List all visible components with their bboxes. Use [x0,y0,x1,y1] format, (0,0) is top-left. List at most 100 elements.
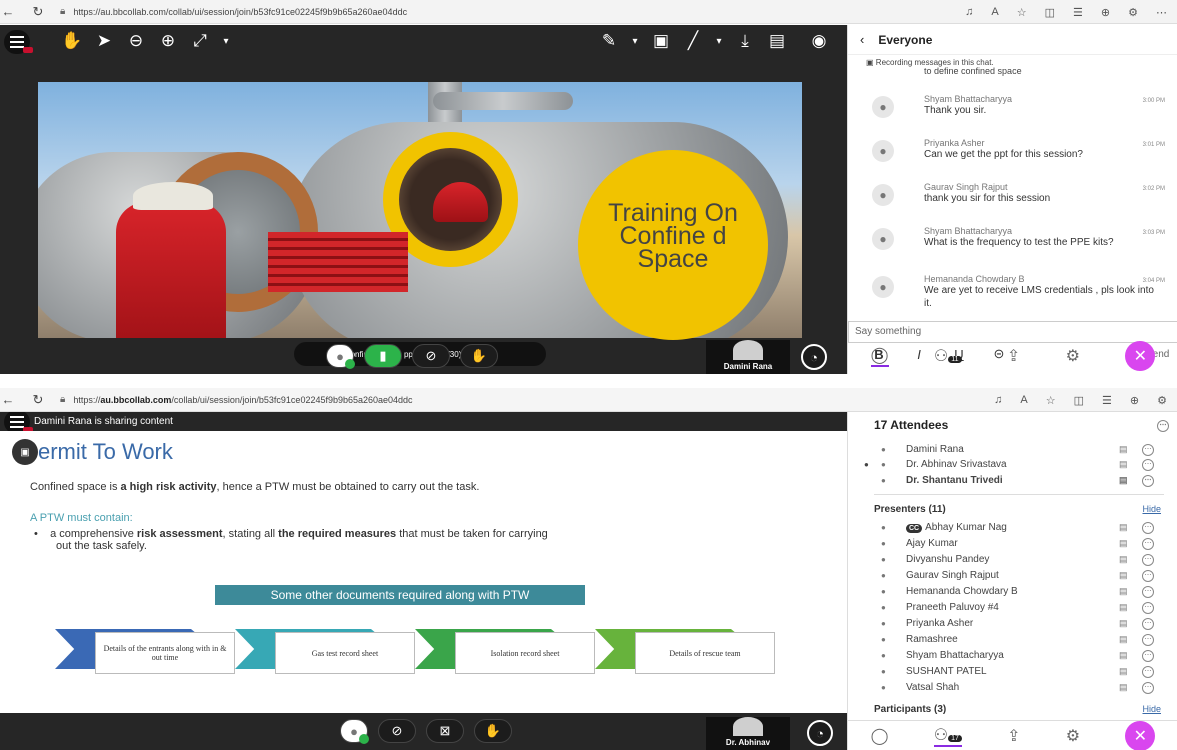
attendee-row[interactable]: ● Vatsal Shah ▤ ⋯ [848,680,1177,695]
fit-page-icon[interactable]: ⤢ [184,31,216,51]
chevron-down-icon[interactable]: ▾ [625,36,645,47]
refresh-icon[interactable]: ↻ [30,4,46,20]
more-options-icon[interactable]: ⋯ [1142,633,1154,646]
read-aloud-icon[interactable]: A [1020,394,1027,406]
split-screen-icon[interactable]: ◫ [1074,394,1084,407]
attendee-row[interactable]: ● CC Abhay Kumar Nag ▤ ⋯ [848,520,1177,535]
hide-presenters-link[interactable]: Hide [1142,504,1161,514]
close-panel-icon[interactable]: ✕ [1125,720,1156,750]
follow-speaker-icon[interactable]: ◔ [801,344,827,370]
attendee-row[interactable]: ● Praneeth Paluvoy #4 ▤ ⋯ [848,600,1177,615]
camera-off-button[interactable]: ⊠ [426,719,464,743]
more-options-icon[interactable]: ⋯ [1142,458,1154,471]
microphone-off-button[interactable]: ⊘ [378,719,416,743]
attendee-row[interactable]: ● Dr. Shantanu Trivedi ▤ ⋯ [848,473,1177,488]
address-bar[interactable]: https://au.bbcollab.com/collab/ui/sessio… [73,395,412,405]
pencil-tool-icon[interactable]: ✎ [593,31,625,51]
caption-icon[interactable]: ▤ [1119,522,1128,533]
more-options-icon[interactable]: ⋯ [1142,521,1154,534]
refresh-icon[interactable]: ↻ [30,392,46,408]
settings-gear-icon[interactable]: ⚙ [1066,346,1080,366]
caption-icon[interactable]: ▤ [1119,666,1128,677]
raise-hand-button[interactable]: ✋ [460,344,498,368]
caption-icon[interactable]: ▤ [1119,634,1128,645]
avatar-button[interactable]: ● [340,719,369,744]
text-tool-icon[interactable]: ▣ [645,31,677,51]
download-icon[interactable]: ⤓ [729,31,761,51]
back-chevron-icon[interactable]: ‹ [860,32,864,47]
chevron-down-icon[interactable]: ▾ [709,36,729,47]
zoom-out-icon[interactable]: ⊖ [120,31,152,51]
mic-icon[interactable]: ♫ [965,6,973,18]
avatar-button[interactable]: ● [326,344,355,369]
chat-tab-icon[interactable]: ◯ [871,726,889,746]
raise-hand-button[interactable]: ✋ [474,719,512,743]
caption-icon[interactable]: ▤ [1119,444,1128,455]
extensions-icon[interactable]: ⚙ [1128,6,1138,19]
close-panel-icon[interactable]: ✕ [1125,340,1156,371]
attendee-row[interactable]: ● Ajay Kumar ▤ ⋯ [848,536,1177,551]
stop-share-icon[interactable]: ◉ [803,31,835,51]
caption-icon[interactable]: ▤ [1119,570,1128,581]
caption-icon[interactable]: ▤ [1119,554,1128,565]
attendee-row[interactable]: ● Hemananda Chowdary B ▤ ⋯ [848,584,1177,599]
attendee-row[interactable]: ● Ramashree ▤ ⋯ [848,632,1177,647]
favorites-icon[interactable]: ☰ [1102,394,1112,407]
attendee-row[interactable]: ● SUSHANT PATEL ▤ ⋯ [848,664,1177,679]
presenter-avatar-icon[interactable]: ▣ [12,439,38,465]
more-options-icon[interactable]: ⋯ [1142,665,1154,678]
caption-icon[interactable]: ▤ [1119,650,1128,661]
follow-speaker-icon[interactable]: ◔ [807,720,833,746]
caption-icon[interactable]: ▤ [1119,475,1128,486]
favorite-star-icon[interactable]: ☆ [1017,6,1027,19]
pointer-tool-icon[interactable]: ➤ [88,31,120,51]
attendee-row[interactable]: ● Damini Rana ▤ ⋯ [848,442,1177,457]
more-options-icon[interactable]: ⋯ [1142,569,1154,582]
caption-icon[interactable]: ▤ [1119,682,1128,693]
caption-icon[interactable]: ▤ [1119,459,1128,470]
camera-button[interactable]: ⊘ [412,344,450,368]
read-aloud-icon[interactable]: A [991,6,998,18]
stamp-icon[interactable]: ▤ [761,31,793,51]
collections-icon[interactable]: ⊕ [1130,394,1139,407]
hide-participants-link[interactable]: Hide [1142,704,1161,714]
share-content-icon[interactable]: ⇪ [1007,346,1020,366]
mic-icon[interactable]: ♫ [994,394,1002,406]
attendee-row[interactable]: ● Divyanshu Pandey ▤ ⋯ [848,552,1177,567]
hand-tool-icon[interactable]: ✋ [56,31,88,51]
favorites-icon[interactable]: ☰ [1073,6,1083,19]
more-options-icon[interactable]: ⋯ [1142,601,1154,614]
more-options-icon[interactable]: ⋯ [1142,537,1154,550]
favorite-star-icon[interactable]: ☆ [1046,394,1056,407]
more-options-icon[interactable]: ⋯ [1142,681,1154,694]
caption-icon[interactable]: ▤ [1119,538,1128,549]
caption-icon[interactable]: ▤ [1119,602,1128,613]
chevron-down-icon[interactable]: ▾ [216,36,236,47]
more-options-icon[interactable]: ⋯ [1142,585,1154,598]
back-icon[interactable]: ← [0,392,16,407]
address-bar[interactable]: https://au.bbcollab.com/collab/ui/sessio… [73,7,407,17]
more-icon[interactable]: ⋯ [1156,6,1167,19]
share-content-icon[interactable]: ⇪ [1007,726,1020,746]
more-options-icon[interactable]: ⋯ [1142,474,1154,487]
more-options-icon[interactable]: ⋯ [1142,553,1154,566]
extensions-icon[interactable]: ⚙ [1157,394,1167,407]
attendees-tab-icon[interactable]: ⚇ 17 [933,725,962,747]
collections-icon[interactable]: ⊕ [1101,6,1110,19]
chat-tab-icon[interactable]: ◯ [870,345,889,367]
attendee-row[interactable]: ● Priyanka Asher ▤ ⋯ [848,616,1177,631]
settings-gear-icon[interactable]: ⚙ [1066,726,1080,746]
more-options-icon[interactable]: ⋯ [1157,420,1169,432]
attendee-row[interactable]: ● Shyam Bhattacharyya ▤ ⋯ [848,648,1177,663]
video-tile[interactable]: Damini Rana [706,340,790,374]
caption-icon[interactable]: ▤ [1119,586,1128,597]
back-icon[interactable]: ← [0,4,16,19]
more-options-icon[interactable]: ⋯ [1142,649,1154,662]
split-screen-icon[interactable]: ◫ [1045,6,1055,19]
more-options-icon[interactable]: ⋯ [1142,617,1154,630]
attendees-tab-icon[interactable]: ⚇ 11 [934,346,962,366]
caption-icon[interactable]: ▤ [1119,618,1128,629]
attendee-row[interactable]: ● Gaurav Singh Rajput ▤ ⋯ [848,568,1177,583]
zoom-in-icon[interactable]: ⊕ [152,31,184,51]
line-tool-icon[interactable]: ╱ [677,31,709,51]
